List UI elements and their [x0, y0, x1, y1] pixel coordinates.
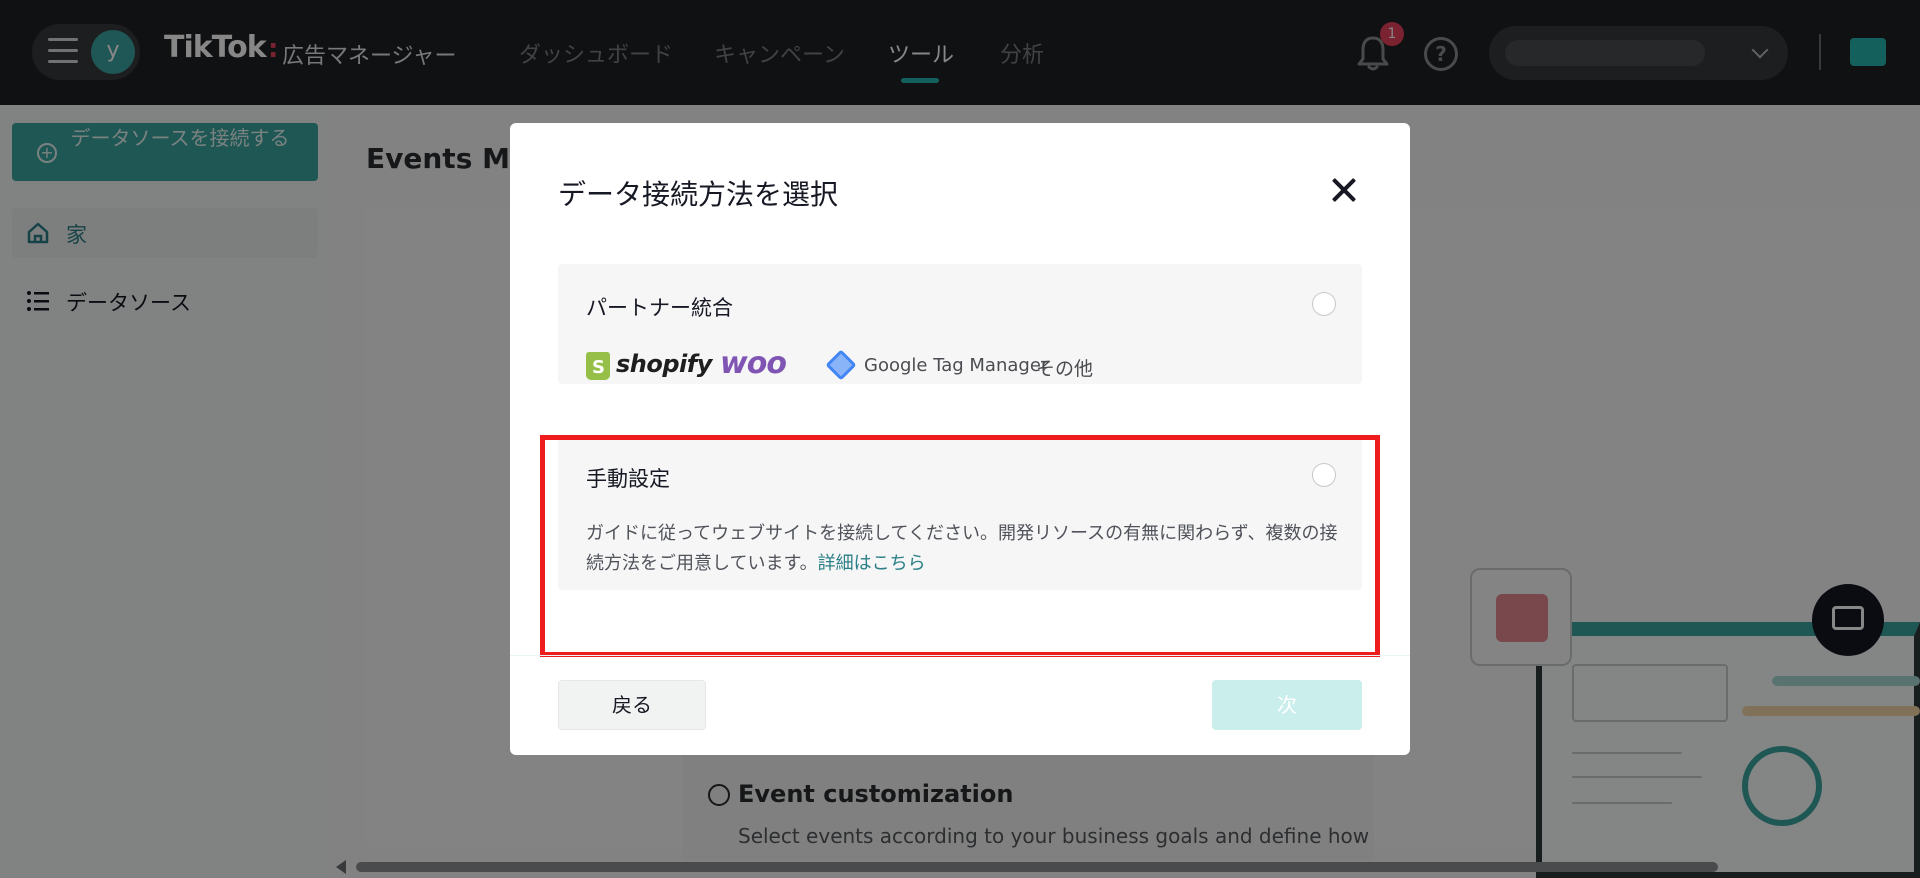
google-tag-manager-icon — [825, 349, 857, 381]
partner-logos: S shopify woo Google Tag Manager その他 — [586, 346, 1286, 384]
other-partners-label: その他 — [1036, 358, 1094, 380]
option-title: パートナー統合 — [586, 296, 733, 320]
woo-logo: woo — [720, 346, 787, 381]
highlight-annotation-box — [540, 435, 1380, 657]
google-tag-manager-logo: Google Tag Manager — [864, 355, 1049, 376]
shopify-bag-icon: S — [586, 352, 610, 380]
back-button[interactable]: 戻る — [558, 680, 706, 730]
dialog-footer-divider — [510, 655, 1410, 656]
next-button[interactable]: 次 — [1212, 680, 1362, 730]
select-connection-method-dialog: データ接続方法を選択 パートナー統合 S shopify woo Google … — [510, 123, 1410, 755]
option-partner-integration[interactable]: パートナー統合 S shopify woo Google Tag Manager… — [558, 264, 1362, 384]
shopify-logo: shopify — [616, 350, 712, 378]
radio-partner-integration[interactable] — [1312, 292, 1336, 316]
dialog-title: データ接続方法を選択 — [558, 178, 839, 211]
close-icon[interactable] — [1330, 177, 1358, 205]
